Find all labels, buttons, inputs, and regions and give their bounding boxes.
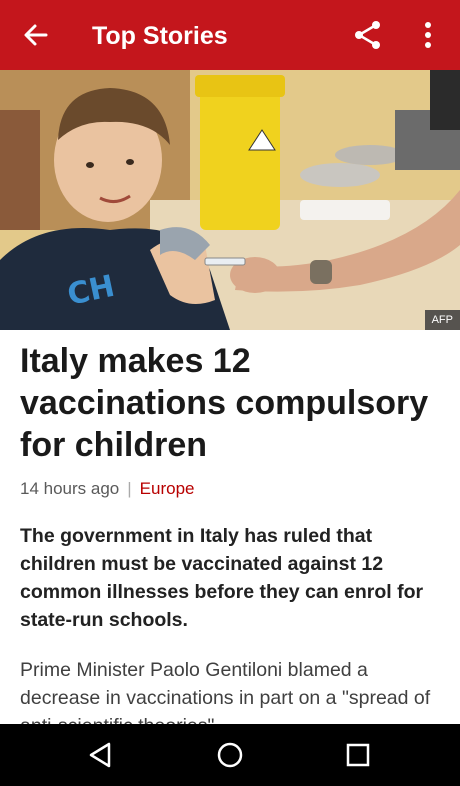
meta-separator: | [127,479,132,498]
arrow-back-icon[interactable] [18,17,54,53]
image-credit: AFP [424,310,460,330]
nav-home-circle-icon[interactable] [213,738,247,772]
article-timestamp: 14 hours ago [20,479,120,498]
article-meta: 14 hours ago | Europe [20,478,440,500]
share-icon[interactable] [350,17,386,53]
nav-back-triangle-icon[interactable] [83,738,117,772]
vaccination-photo: CH [0,70,460,330]
app-bar: Top Stories [0,0,460,70]
article-headline: Italy makes 12 vaccinations compulsory f… [20,342,429,464]
system-nav-bar [0,724,460,786]
article: Italy makes 12 vaccinations compulsory f… [20,340,440,740]
app-bar-title: Top Stories [92,22,228,50]
article-section-link[interactable]: Europe [140,479,195,498]
nav-recents-square-icon[interactable] [341,738,375,772]
more-vert-icon[interactable] [410,17,446,53]
hero-image[interactable]: CH AFP [0,70,460,330]
article-summary: The government in Italy has ruled that c… [20,525,424,631]
